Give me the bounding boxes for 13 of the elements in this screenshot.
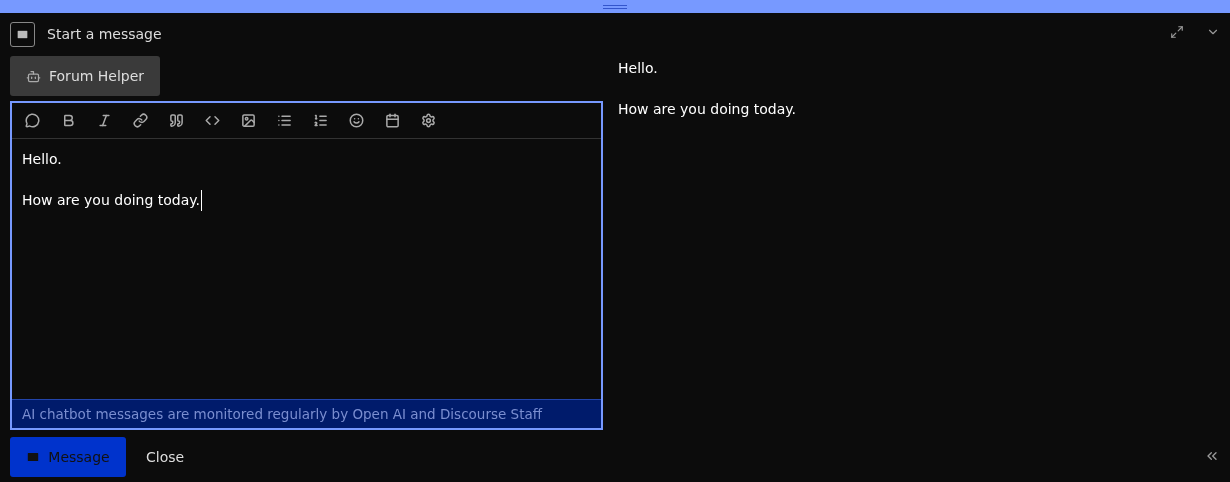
notice-text: AI chatbot messages are monitored regularly by Open AI and Discourse Staff: [22, 404, 542, 424]
close-button[interactable]: Close: [146, 446, 185, 468]
recipient-chip[interactable]: Forum Helper: [10, 56, 161, 96]
preview-text: Hello.: [618, 59, 659, 78]
robot-icon: [26, 68, 41, 84]
message-input[interactable]: Hello. How are you doing today.: [12, 139, 601, 399]
message-text: How are you doing today.: [22, 190, 203, 211]
link-icon[interactable]: [130, 110, 150, 131]
preview-text: How are you doing today.: [618, 100, 798, 119]
message-text: Hello.: [22, 150, 62, 169]
speech-bubble-icon[interactable]: [22, 110, 42, 131]
composer-title: Start a message: [47, 25, 162, 44]
expand-icon[interactable]: [1170, 25, 1184, 39]
